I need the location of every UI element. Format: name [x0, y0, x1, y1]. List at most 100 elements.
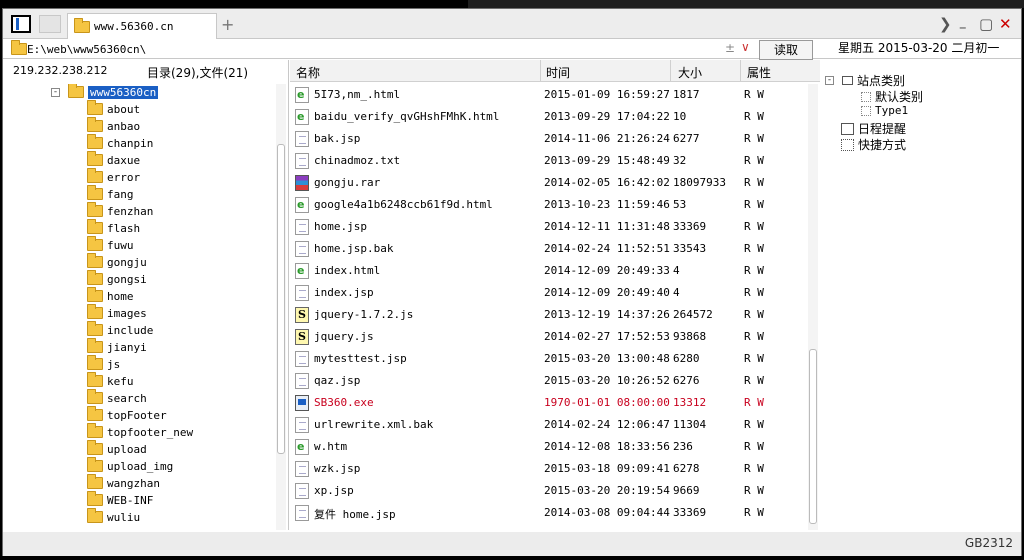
- tree-folder-item[interactable]: kefu: [87, 372, 134, 389]
- column-attr[interactable]: 属性: [747, 64, 771, 81]
- tree-folder-item[interactable]: js: [87, 355, 120, 372]
- tree-folder-label: jianyi: [107, 340, 147, 354]
- schedule-node[interactable]: 日程提醒: [841, 120, 906, 137]
- file-row[interactable]: gongju.rar 2014-02-05 16:42:02 18097933 R W: [290, 172, 806, 194]
- collapse-icon[interactable]: -: [51, 87, 60, 97]
- tree-folder-item[interactable]: fuwu: [87, 236, 134, 253]
- file-row[interactable]: bak.jsp 2014-11-06 21:26:24 6277 R W: [290, 128, 806, 150]
- site-category-node[interactable]: - 站点类别: [825, 72, 905, 89]
- add-tab-button[interactable]: +: [221, 15, 234, 34]
- tree-folder-label: topFooter: [107, 408, 167, 422]
- tree-folder-item[interactable]: gongsi: [87, 270, 147, 287]
- tree-folder-item[interactable]: fenzhan: [87, 202, 153, 219]
- read-button[interactable]: 读取: [759, 40, 813, 60]
- folder-icon: [87, 134, 103, 149]
- tree-folder-item[interactable]: flash: [87, 219, 140, 236]
- file-list-scroll-thumb[interactable]: [809, 349, 817, 524]
- file-row[interactable]: SB360.exe 1970-01-01 08:00:00 13312 R W: [290, 392, 806, 414]
- tree-folder-label: home: [107, 289, 134, 303]
- tree-scroll-thumb[interactable]: [277, 144, 285, 454]
- column-name[interactable]: 名称: [296, 64, 320, 81]
- tree-folder-item[interactable]: home: [87, 287, 134, 304]
- chevron-down-icon[interactable]: ∨: [741, 40, 750, 54]
- file-time: 1970-01-01 08:00:00: [544, 396, 670, 409]
- tree-folder-item[interactable]: fang: [87, 185, 134, 202]
- tree-folder-item[interactable]: daxue: [87, 151, 140, 168]
- file-time: 2013-12-19 14:37:26: [544, 308, 670, 321]
- file-row[interactable]: 5I73,nm_.html 2015-01-09 16:59:271817 R W: [290, 84, 806, 106]
- file-name: jquery.js: [314, 330, 374, 343]
- file-row[interactable]: home.jsp 2014-12-11 11:31:48 33369 R W: [290, 216, 806, 238]
- column-time[interactable]: 时间: [546, 64, 570, 81]
- maximize-icon[interactable]: ▢: [979, 15, 993, 33]
- type1-node[interactable]: Type1: [861, 104, 908, 117]
- file-row[interactable]: jquery.js 2014-02-27 17:52:5393868 R W: [290, 326, 806, 348]
- file-row[interactable]: jquery-1.7.2.js 2013-12-19 14:37:26264572…: [290, 304, 806, 326]
- tree-folder-label: kefu: [107, 374, 134, 388]
- collapse-icon[interactable]: -: [825, 76, 834, 85]
- plus-minus-icon[interactable]: ±: [725, 41, 735, 55]
- tree-folder-item[interactable]: upload: [87, 440, 147, 457]
- file-row[interactable]: qaz.jsp 2015-03-20 10:26:52 6276 R W: [290, 370, 806, 392]
- tree-folder-item[interactable]: include: [87, 321, 153, 338]
- tab-www56360[interactable]: www.56360.cn: [67, 13, 217, 39]
- tree-folder-item[interactable]: chanpin: [87, 134, 153, 151]
- file-rows: 5I73,nm_.html2015-01-09 16:59:271817R Wb…: [290, 84, 806, 530]
- tree-folder-item[interactable]: WEB-INF: [87, 491, 153, 508]
- tree-folder-label: gongju: [107, 255, 147, 269]
- file-time: 2014-02-24 12:06:47: [544, 418, 670, 431]
- folder-icon: [87, 389, 103, 404]
- html-file-icon: [295, 109, 309, 125]
- file-row[interactable]: xp.jsp 2015-03-20 20:19:54 9669 R W: [290, 480, 806, 502]
- sidebar-toggle-button[interactable]: [11, 15, 31, 33]
- tree-folder-item[interactable]: about: [87, 100, 140, 117]
- close-icon[interactable]: ✕: [999, 15, 1012, 33]
- new-window-button[interactable]: [39, 15, 61, 33]
- file-row[interactable]: index.html 2014-12-09 20:49:334 R W: [290, 260, 806, 282]
- html-file-icon: [295, 439, 309, 455]
- tree-scrollbar[interactable]: [276, 84, 286, 530]
- tree-folder-item[interactable]: gongju: [87, 253, 147, 270]
- file-list-scrollbar[interactable]: [808, 84, 818, 530]
- tree-root[interactable]: - www56360cn: [51, 84, 159, 100]
- tree-folder-item[interactable]: images: [87, 304, 147, 321]
- file-name: home.jsp: [314, 220, 367, 233]
- file-row[interactable]: mytesttest.jsp 2015-03-20 13:00:48 6280 R W: [290, 348, 806, 370]
- file-attr: R W: [744, 418, 764, 431]
- file-row[interactable]: home.jsp.bak 2014-02-24 11:52:51 33543 R W: [290, 238, 806, 260]
- file-row[interactable]: w.htm 2014-12-08 18:33:56236 R W: [290, 436, 806, 458]
- tree-folder-item[interactable]: wuliu: [87, 508, 140, 525]
- folder-icon: [87, 117, 103, 132]
- file-row[interactable]: chinadmoz.txt 2013-09-29 15:48:49 32 R W: [290, 150, 806, 172]
- column-size[interactable]: 大小: [678, 64, 702, 81]
- file-attr: R W: [744, 308, 764, 321]
- tree-folder-item[interactable]: search: [87, 389, 147, 406]
- tree-folder-item[interactable]: error: [87, 168, 140, 185]
- file-time: 2014-03-08 09:04:44: [544, 506, 670, 519]
- tree-folder-item[interactable]: anbao: [87, 117, 140, 134]
- file-time: 2014-02-27 17:52:53: [544, 330, 670, 343]
- file-row[interactable]: google4a1b6248ccb61f9d.html 2013-10-23 11…: [290, 194, 806, 216]
- file-name: home.jsp.bak: [314, 242, 394, 255]
- file-row[interactable]: baidu_verify_qvGHshFMhK.html 2013-09-29 1…: [290, 106, 806, 128]
- file-attr: R W: [744, 242, 764, 255]
- category-item-icon: [861, 91, 871, 102]
- shortcut-node[interactable]: 快捷方式: [841, 136, 906, 153]
- minimize-icon[interactable]: –: [959, 18, 967, 36]
- tree-folder-item[interactable]: topFooter: [87, 406, 167, 423]
- file-row[interactable]: 复件 home.jsp 2014-03-08 09:04:44 33369 R W: [290, 502, 806, 524]
- file-row[interactable]: urlrewrite.xml.bak 2014-02-24 12:06:47 113…: [290, 414, 806, 436]
- file-size: 33543: [673, 242, 707, 255]
- tree-folder-item[interactable]: topfooter_new: [87, 423, 193, 440]
- default-category-node[interactable]: 默认类别: [861, 88, 923, 105]
- file-row[interactable]: index.jsp 2014-12-09 20:49:40 4 R W: [290, 282, 806, 304]
- path-input[interactable]: [27, 41, 727, 57]
- tree-folder-item[interactable]: jianyi: [87, 338, 147, 355]
- tree-folder-item[interactable]: wangzhan: [87, 474, 160, 491]
- folder-tree-panel: 219.232.238.212 目录(29),文件(21) - www56360…: [3, 60, 289, 530]
- chevron-right-icon[interactable]: ❯: [939, 15, 952, 33]
- folder-icon: [87, 508, 103, 523]
- file-name: w.htm: [314, 440, 348, 453]
- tree-folder-item[interactable]: upload_img: [87, 457, 173, 474]
- file-row[interactable]: wzk.jsp 2015-03-18 09:09:41 6278 R W: [290, 458, 806, 480]
